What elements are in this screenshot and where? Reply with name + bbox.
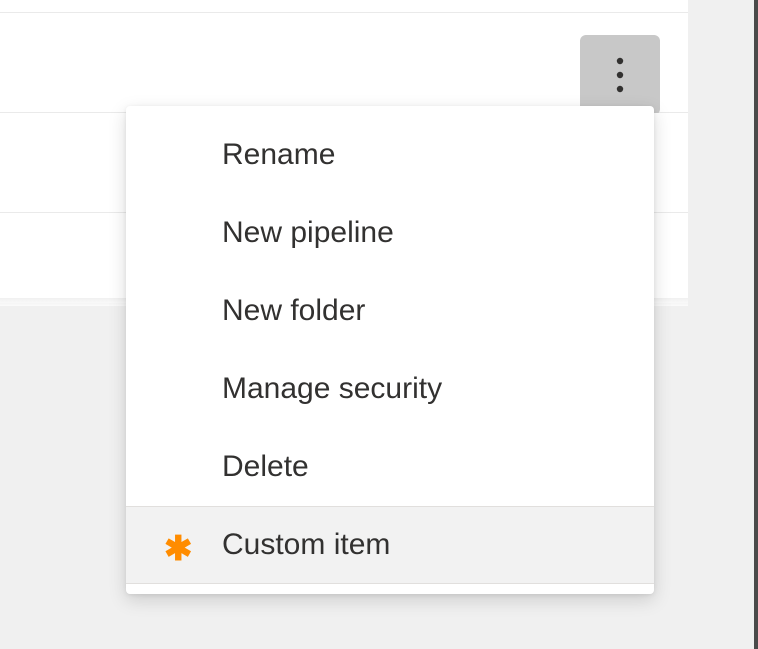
menu-item-label: Delete: [222, 450, 654, 484]
menu-item-manage-security[interactable]: Manage security: [126, 350, 654, 428]
context-menu: Rename New pipeline New folder Manage se…: [126, 106, 654, 594]
menu-item-rename[interactable]: Rename: [126, 116, 654, 194]
scrollbar-track[interactable]: [754, 0, 758, 649]
star-icon: ✱: [164, 532, 193, 566]
menu-item-new-pipeline[interactable]: New pipeline: [126, 194, 654, 272]
menu-item-new-folder[interactable]: New folder: [126, 272, 654, 350]
menu-item-label: New folder: [222, 294, 654, 328]
more-options-button[interactable]: [580, 35, 660, 115]
menu-item-label: Custom item: [222, 528, 654, 562]
menu-item-delete[interactable]: Delete: [126, 428, 654, 506]
menu-item-label: Rename: [222, 138, 654, 172]
menu-item-custom[interactable]: ✱ Custom item: [126, 506, 654, 584]
menu-item-icon-slot: ✱: [164, 528, 222, 562]
list-row[interactable]: [0, 13, 688, 113]
menu-item-label: Manage security: [222, 372, 654, 406]
more-vertical-icon: [616, 57, 624, 93]
menu-item-label: New pipeline: [222, 216, 654, 250]
list-row-partial-top: [0, 0, 688, 13]
